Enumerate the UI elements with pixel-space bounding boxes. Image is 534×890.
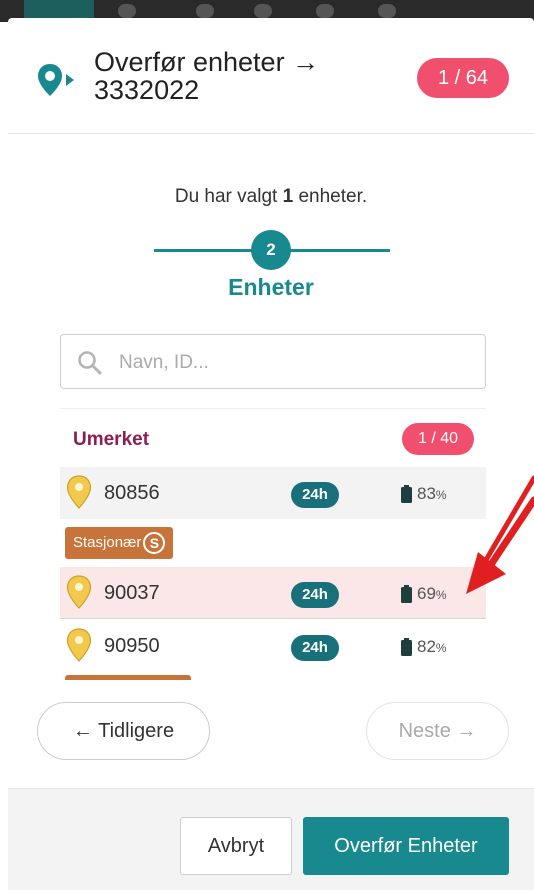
search-icon	[78, 351, 102, 375]
previous-button[interactable]: ← Tidligere	[37, 702, 210, 760]
selection-summary: Du har valgt 1 enheter.	[8, 186, 534, 208]
tracking-badge: 24h	[291, 582, 339, 608]
search-placeholder: Navn, ID...	[119, 352, 209, 373]
map-pin-icon	[66, 575, 92, 609]
battery-level: 69%	[417, 584, 447, 603]
unit-counter-badge: 1 / 64	[417, 58, 509, 98]
unit-id: 90037	[104, 582, 160, 604]
group-name: Umerket	[73, 429, 150, 450]
background-icon	[196, 4, 214, 18]
arrow-left-icon: ←	[72, 720, 93, 742]
tag-label: Stasjonær	[73, 534, 142, 551]
battery-icon	[401, 638, 412, 656]
stationary-s-icon: S	[143, 532, 166, 555]
unit-id: 80856	[104, 482, 160, 504]
group-count-badge: 1 / 40	[402, 423, 474, 455]
next-label: Neste	[398, 720, 451, 742]
unit-row[interactable]: 80856 24h 83%	[60, 467, 486, 519]
arrow-right-icon: →	[456, 720, 477, 742]
tracking-badge: 24h	[291, 635, 339, 661]
battery-level: 83%	[417, 484, 447, 503]
unit-row-highlighted[interactable]: 90037 24h 69%	[60, 567, 486, 619]
search-input[interactable]: Navn, ID...	[60, 334, 486, 389]
step-indicator: 2	[154, 230, 390, 270]
background-icon	[254, 4, 272, 18]
background-icon	[118, 4, 136, 18]
map-pin-icon	[66, 475, 92, 509]
selection-prefix: Du har valgt	[174, 186, 278, 207]
stationary-tag-cut-off	[65, 675, 191, 680]
unit-row[interactable]: 90950 24h 82%	[60, 620, 486, 672]
location-arrow-icon	[38, 64, 74, 96]
step-number: 2	[251, 230, 291, 270]
unit-id: 90950	[104, 635, 160, 657]
unit-list[interactable]: Umerket 1 / 40 80856 24h 83% StasjonærS	[60, 408, 486, 680]
dialog-title: Overfør enheter → 3332022	[94, 47, 320, 105]
group-header[interactable]: Umerket 1 / 40	[60, 409, 486, 467]
tracking-badge: 24h	[291, 482, 339, 508]
dialog-footer: Avbryt Overfør Enheter	[8, 788, 534, 890]
step-title: Enheter	[228, 274, 314, 300]
background-icon	[378, 4, 396, 18]
transfer-units-button[interactable]: Overfør Enheter	[303, 817, 509, 875]
map-pin-icon	[66, 628, 92, 662]
transfer-dialog: Overfør enheter → 3332022 1 / 64 Du har …	[8, 18, 534, 890]
annotation-arrow	[466, 475, 534, 594]
dialog-header: Overfør enheter → 3332022 1 / 64	[8, 18, 534, 134]
cancel-button[interactable]: Avbryt	[180, 817, 292, 875]
battery-icon	[401, 585, 412, 603]
next-button[interactable]: Neste →	[366, 702, 509, 760]
battery-icon	[401, 485, 412, 503]
previous-label: Tidligere	[98, 720, 175, 742]
battery-level: 82%	[417, 637, 447, 656]
selection-count: 1	[282, 186, 294, 207]
background-icon	[316, 4, 334, 18]
selection-suffix: enheter.	[298, 186, 368, 207]
stationary-tag: Stasjonær S	[65, 527, 174, 559]
